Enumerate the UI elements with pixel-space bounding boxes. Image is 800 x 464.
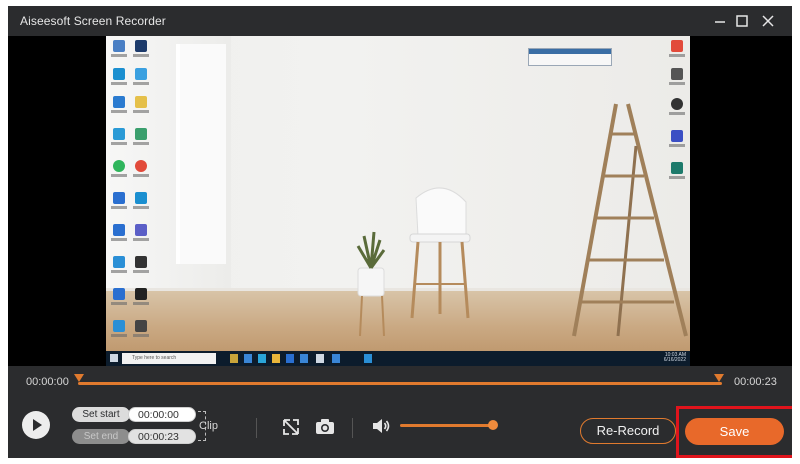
desktop-icon [110,192,128,214]
app-title: Aiseesoft Screen Recorder [20,14,166,28]
desktop-icon [132,256,150,278]
taskbar-date: 6/16/2022 [663,357,686,363]
desktop-icon [668,68,686,90]
taskbar-app-icon [272,354,280,363]
desktop-icon [110,96,128,118]
set-end-button[interactable]: Set end [72,429,130,444]
desktop-icon [110,288,128,310]
desktop-icon [668,130,686,152]
taskbar-app-icon [364,354,372,363]
timeline-track[interactable] [78,382,722,385]
desktop-icon [110,160,128,182]
taskbar-search: Type here to search [122,353,216,364]
desktop-icon [110,256,128,278]
play-icon [33,419,42,431]
timeline-end-time: 00:00:23 [734,376,777,388]
desktop-icon [110,68,128,90]
start-icon [110,354,118,362]
recorded-screen-preview: Type here to search 10:03 AM 6/16/2022 [106,36,690,366]
desktop-icon [132,288,150,310]
desktop-icon [668,40,686,62]
save-button[interactable]: Save [685,418,784,445]
title-bar: Aiseesoft Screen Recorder [8,6,792,36]
room-scene-image [356,103,688,337]
set-start-button[interactable]: Set start [72,407,130,422]
end-time-field[interactable]: 00:00:23 [128,429,196,444]
taskbar-app-icon [300,354,308,363]
desktop-icon [132,224,150,246]
desktop-icon [132,160,150,182]
taskbar-image: Type here to search 10:03 AM 6/16/2022 [106,351,690,366]
start-time-field[interactable]: 00:00:00 [128,407,196,422]
desktop-icon [132,128,150,150]
taskbar-app-icon [332,354,340,363]
clip-button[interactable]: Clip [199,420,218,432]
timeline-end-handle[interactable] [714,374,724,382]
timeline-start-handle[interactable] [74,374,84,382]
desktop-icon [132,320,150,342]
timeline-start-time: 00:00:00 [26,376,69,388]
desktop-icon [110,40,128,62]
app-window: Aiseesoft Screen Recorder Type here to s… [8,6,792,458]
divider [256,418,257,438]
camera-icon[interactable] [314,416,336,438]
desktop-icon [132,96,150,118]
desktop-icon [110,224,128,246]
desktop-icon [132,68,150,90]
desktop-icon [132,40,150,62]
volume-icon[interactable] [370,415,392,437]
volume-slider-knob[interactable] [488,420,498,430]
taskbar-app-icon [258,354,266,363]
taskbar-app-icon [230,354,238,363]
desktop-icon [110,128,128,150]
taskbar-app-icon [316,354,324,363]
taskbar-app-icon [286,354,294,363]
desktop-icon [132,192,150,214]
taskbar-app-icon [244,354,252,363]
maximize-icon[interactable] [732,12,752,30]
divider [352,418,353,438]
close-icon[interactable] [758,12,778,30]
rerecord-button[interactable]: Re-Record [580,418,676,444]
desktop-icon [668,162,686,184]
minimize-icon[interactable] [710,12,730,30]
desktop-icon [668,98,686,120]
floating-toolbar-image [528,48,612,66]
play-button[interactable] [22,411,50,439]
volume-slider[interactable] [400,424,490,427]
desktop-icon [110,320,128,342]
taskbar-clock: 10:03 AM 6/16/2022 [664,353,686,363]
expand-icon[interactable] [280,416,302,438]
